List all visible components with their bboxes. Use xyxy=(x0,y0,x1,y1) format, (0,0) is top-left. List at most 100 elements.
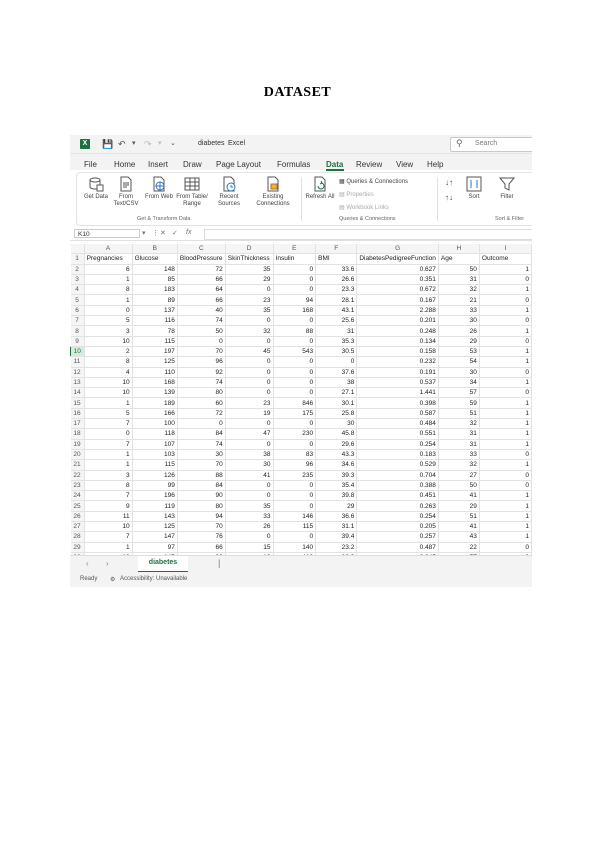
table-cell[interactable]: 148 xyxy=(132,264,178,275)
sort-ascending-icon[interactable]: ↓↑ xyxy=(445,178,453,187)
table-cell[interactable]: 0 xyxy=(273,377,317,389)
table-cell[interactable]: 6 xyxy=(84,264,133,275)
column-header[interactable]: C xyxy=(177,244,226,255)
table-cell[interactable]: 7 xyxy=(84,418,133,430)
table-cell[interactable]: 116 xyxy=(132,315,178,327)
from-table-range-button[interactable]: From Table/ Range xyxy=(175,176,209,208)
table-cell[interactable]: 140 xyxy=(273,542,317,553)
table-cell[interactable]: 29 xyxy=(315,500,358,512)
row-number[interactable]: 19 xyxy=(70,439,85,450)
row-number[interactable]: 13 xyxy=(70,377,85,389)
table-cell[interactable]: 10 xyxy=(84,387,133,399)
tab-help[interactable]: Help xyxy=(427,160,443,169)
table-cell[interactable]: 1 xyxy=(479,500,532,512)
row-number[interactable]: 9 xyxy=(70,336,85,347)
table-cell[interactable]: 31.1 xyxy=(315,521,358,533)
refresh-all-button[interactable]: Refresh All xyxy=(305,176,335,201)
table-cell[interactable]: 72 xyxy=(177,264,226,275)
name-box[interactable]: K10 xyxy=(74,229,140,238)
row-number[interactable]: 2 xyxy=(70,264,85,275)
sort-descending-icon[interactable]: ↑↓ xyxy=(445,193,453,202)
table-cell[interactable]: 66 xyxy=(177,542,226,553)
table-cell[interactable]: 0.158 xyxy=(356,346,439,358)
table-cell[interactable]: 45.8 xyxy=(315,428,358,440)
table-cell[interactable]: 146 xyxy=(273,511,317,523)
table-cell[interactable]: 0.254 xyxy=(356,511,439,523)
row-number[interactable]: 15 xyxy=(70,397,85,409)
table-cell[interactable]: 70 xyxy=(177,521,226,533)
table-cell[interactable]: 125 xyxy=(132,521,178,533)
table-cell[interactable]: 0 xyxy=(177,336,226,347)
table-cell[interactable]: 84 xyxy=(177,428,226,440)
header-cell[interactable]: Outcome xyxy=(479,253,532,265)
tab-insert[interactable]: Insert xyxy=(148,160,168,169)
table-cell[interactable]: 30.5 xyxy=(315,346,358,358)
table-cell[interactable]: 76 xyxy=(177,531,226,543)
row-number[interactable]: 11 xyxy=(70,356,85,368)
table-cell[interactable]: 50 xyxy=(438,264,480,275)
table-cell[interactable]: 1 xyxy=(84,542,133,553)
table-cell[interactable]: 33 xyxy=(225,511,274,523)
header-cell[interactable]: BMI xyxy=(315,253,358,265)
row-number[interactable]: 6 xyxy=(70,305,85,317)
table-cell[interactable]: 175 xyxy=(273,408,317,420)
sort-button[interactable]: Sort xyxy=(463,176,485,201)
table-cell[interactable]: 115 xyxy=(132,336,178,347)
table-cell[interactable]: 7 xyxy=(84,531,133,543)
table-cell[interactable]: 31 xyxy=(315,325,358,337)
table-cell[interactable]: 8 xyxy=(84,480,133,492)
row-number[interactable]: 18 xyxy=(70,428,85,440)
table-cell[interactable]: 43 xyxy=(438,531,480,543)
table-cell[interactable]: 1 xyxy=(479,428,532,440)
table-cell[interactable]: 0.201 xyxy=(356,315,439,327)
table-cell[interactable]: 30.1 xyxy=(315,397,358,409)
table-cell[interactable]: 26 xyxy=(225,521,274,533)
table-cell[interactable]: 8 xyxy=(84,284,133,296)
table-cell[interactable]: 0.388 xyxy=(356,480,439,492)
table-cell[interactable]: 23.3 xyxy=(315,284,358,296)
row-number[interactable]: 27 xyxy=(70,521,85,533)
table-cell[interactable]: 80 xyxy=(177,500,226,512)
table-cell[interactable]: 34.6 xyxy=(315,459,358,471)
table-cell[interactable]: 89 xyxy=(132,294,178,306)
table-cell[interactable]: 0 xyxy=(479,542,532,553)
table-cell[interactable]: 10 xyxy=(84,377,133,389)
table-cell[interactable]: 85 xyxy=(132,274,178,286)
table-cell[interactable]: 230 xyxy=(273,428,317,440)
sheet-tab-diabetes[interactable]: diabetes xyxy=(138,556,188,573)
table-cell[interactable]: 2 xyxy=(84,346,133,358)
table-cell[interactable]: 0 xyxy=(273,490,317,502)
table-cell[interactable]: 0.529 xyxy=(356,459,439,471)
table-cell[interactable]: 60 xyxy=(177,397,226,409)
table-cell[interactable]: 0 xyxy=(273,387,317,399)
table-cell[interactable]: 0 xyxy=(273,439,317,450)
queries-connections-button[interactable]: ▦ Queries & Connections xyxy=(339,178,408,185)
table-cell[interactable]: 19 xyxy=(225,408,274,420)
table-cell[interactable]: 139 xyxy=(132,387,178,399)
table-cell[interactable]: 0 xyxy=(225,490,274,502)
table-cell[interactable]: 1 xyxy=(479,408,532,420)
table-cell[interactable]: 0 xyxy=(273,500,317,512)
table-cell[interactable]: 70 xyxy=(177,346,226,358)
table-cell[interactable]: 84 xyxy=(177,480,226,492)
table-cell[interactable]: 0 xyxy=(479,387,532,399)
table-cell[interactable]: 0 xyxy=(273,274,317,286)
tab-page-layout[interactable]: Page Layout xyxy=(216,160,261,169)
properties-button[interactable]: ▤ Properties xyxy=(339,191,374,198)
table-cell[interactable]: 110 xyxy=(132,367,178,378)
table-cell[interactable]: 32 xyxy=(438,459,480,471)
table-cell[interactable]: 100 xyxy=(132,418,178,430)
table-cell[interactable]: 1 xyxy=(84,449,133,461)
table-cell[interactable]: 30 xyxy=(315,418,358,430)
table-cell[interactable]: 70 xyxy=(177,459,226,471)
table-cell[interactable]: 137 xyxy=(132,305,178,317)
table-cell[interactable]: 0.248 xyxy=(356,325,439,337)
column-header[interactable]: D xyxy=(225,244,274,255)
table-cell[interactable]: 1 xyxy=(479,346,532,358)
tab-view[interactable]: View xyxy=(396,160,413,169)
insert-function-icon[interactable]: fx xyxy=(186,229,191,236)
table-cell[interactable]: 36.6 xyxy=(315,511,358,523)
table-cell[interactable]: 38 xyxy=(315,377,358,389)
header-cell[interactable]: BloodPressure xyxy=(177,253,226,265)
table-cell[interactable]: 5 xyxy=(84,408,133,420)
